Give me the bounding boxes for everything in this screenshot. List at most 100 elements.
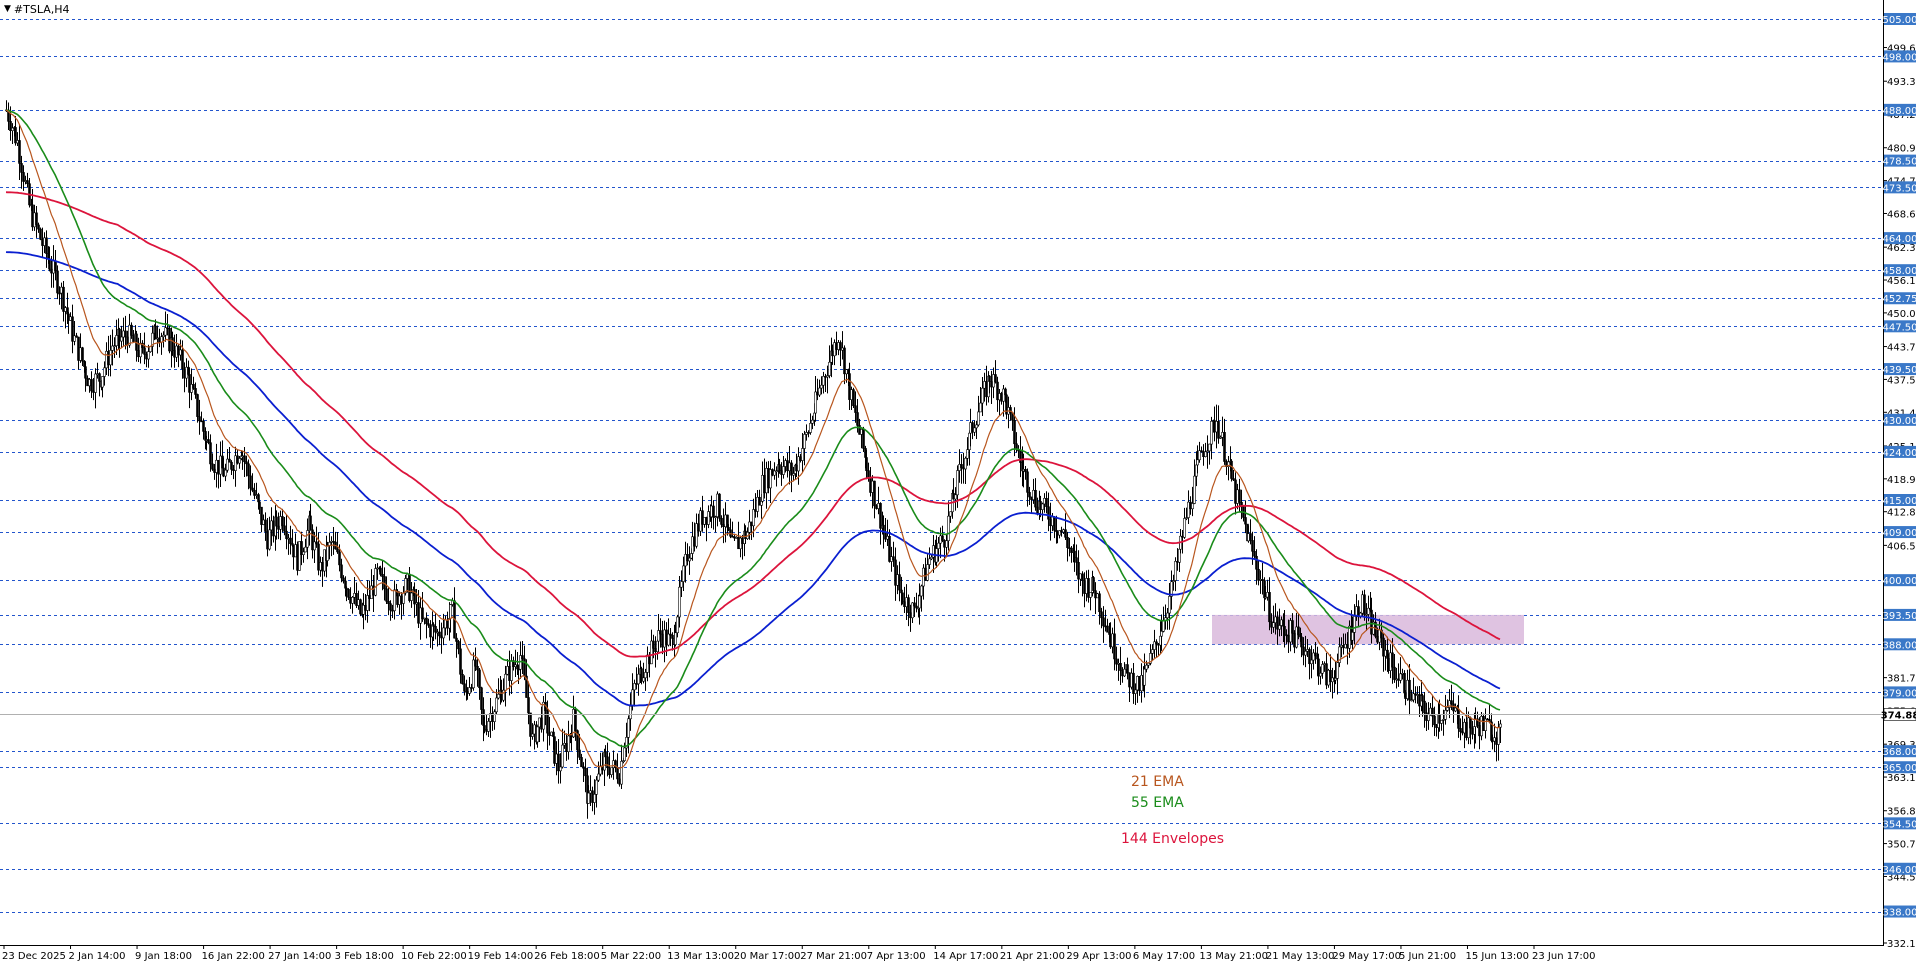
candle-body bbox=[379, 567, 382, 575]
symbol-title[interactable]: ▼ #TSLA,H4 bbox=[4, 2, 70, 16]
candle-body bbox=[1272, 622, 1275, 628]
candle-body bbox=[198, 416, 201, 422]
candle-body bbox=[39, 228, 42, 240]
candle-body bbox=[1414, 693, 1417, 696]
candle-body bbox=[1111, 633, 1114, 648]
candle-body bbox=[92, 390, 95, 393]
candle-body bbox=[1306, 649, 1309, 652]
candle-body bbox=[947, 515, 950, 542]
candle-body bbox=[483, 725, 486, 730]
candle-body bbox=[1412, 693, 1415, 701]
candle-body bbox=[1499, 723, 1502, 728]
candle-body bbox=[205, 439, 208, 441]
candle-body bbox=[1495, 737, 1498, 745]
time-tick-label: 20 Mar 17:00 bbox=[734, 951, 801, 962]
candle-body bbox=[729, 529, 732, 537]
candle-body bbox=[107, 350, 110, 366]
candle-body bbox=[222, 467, 225, 477]
candle-body bbox=[487, 721, 490, 732]
candle-body bbox=[1221, 432, 1224, 438]
candle-body bbox=[644, 672, 647, 679]
candle-body bbox=[359, 599, 362, 615]
candle-body bbox=[86, 377, 89, 387]
candle-body bbox=[782, 466, 785, 475]
candle-body bbox=[1450, 700, 1453, 705]
candle-body bbox=[1497, 726, 1500, 745]
candle-body bbox=[166, 327, 169, 329]
candle-body bbox=[425, 617, 428, 624]
level-badge-label: 424.00 bbox=[1883, 448, 1916, 459]
candle-body bbox=[389, 603, 392, 611]
candle-body bbox=[1213, 420, 1216, 433]
candle-body bbox=[1045, 497, 1048, 508]
level-badge-label: 388.00 bbox=[1883, 640, 1916, 651]
candle-body bbox=[459, 648, 462, 675]
price-chart[interactable]: 505.00499.66493.36487.21480.91474.76468.… bbox=[0, 0, 1916, 963]
candle-body bbox=[1378, 629, 1381, 643]
candle-body bbox=[1075, 557, 1078, 563]
candle-body bbox=[856, 412, 859, 426]
candle-body bbox=[1391, 652, 1394, 668]
price-tick-label: 356.86 bbox=[1887, 807, 1916, 818]
candle-body bbox=[188, 374, 191, 393]
candle-body bbox=[410, 592, 413, 601]
candle-body bbox=[629, 705, 632, 720]
candle-body bbox=[1480, 716, 1483, 737]
candle-body bbox=[309, 515, 312, 531]
level-badge-label: 393.50 bbox=[1883, 611, 1916, 622]
candle-body bbox=[1168, 596, 1171, 614]
candle-body bbox=[752, 509, 755, 527]
candle-body bbox=[1066, 537, 1069, 548]
candle-body bbox=[26, 180, 29, 184]
candle-body bbox=[200, 420, 203, 423]
candle-body bbox=[1130, 672, 1133, 688]
candle-body bbox=[801, 448, 804, 461]
dropdown-triangle-icon[interactable]: ▼ bbox=[4, 4, 11, 14]
candle-body bbox=[103, 367, 106, 377]
candle-body bbox=[457, 641, 460, 650]
candle-body bbox=[1030, 496, 1033, 500]
legend-envelopes: 144 Envelopes bbox=[1121, 831, 1224, 847]
candle-body bbox=[461, 673, 464, 685]
candle-body bbox=[315, 541, 318, 545]
candle-body bbox=[1119, 662, 1122, 671]
candle-body bbox=[1181, 535, 1184, 538]
candle-body bbox=[232, 469, 235, 471]
candle-body bbox=[1344, 644, 1347, 649]
candle-body bbox=[1244, 517, 1247, 525]
candle-body bbox=[98, 373, 101, 382]
candle-body bbox=[1469, 717, 1472, 729]
candle-body bbox=[1238, 489, 1241, 503]
candle-body bbox=[1032, 489, 1035, 500]
candle-body bbox=[1189, 501, 1192, 510]
candle-body bbox=[1423, 700, 1426, 714]
candle-body bbox=[181, 349, 184, 370]
candle-body bbox=[88, 379, 91, 387]
candle-body bbox=[1361, 594, 1364, 614]
candle-body bbox=[552, 731, 555, 737]
candle-body bbox=[678, 586, 681, 618]
candle-body bbox=[48, 259, 51, 270]
time-tick-label: 7 Apr 13:00 bbox=[867, 951, 926, 962]
candle-body bbox=[892, 556, 895, 561]
candle-body bbox=[941, 535, 944, 541]
candle-body bbox=[1176, 561, 1179, 563]
candle-body bbox=[1491, 740, 1494, 742]
candle-body bbox=[584, 767, 587, 777]
candle-body bbox=[1257, 568, 1260, 581]
candle-body bbox=[559, 766, 562, 772]
candle-body bbox=[1096, 593, 1099, 599]
candle-body bbox=[347, 589, 350, 598]
candle-body bbox=[720, 517, 723, 525]
candle-body bbox=[207, 439, 210, 443]
candle-body bbox=[504, 673, 507, 691]
candle-body bbox=[1077, 562, 1080, 580]
candle-body bbox=[1058, 530, 1061, 536]
candle-body bbox=[304, 546, 307, 553]
candle-body bbox=[1134, 689, 1137, 694]
candle-body bbox=[147, 351, 150, 360]
candle-body bbox=[120, 336, 123, 342]
candle-body bbox=[96, 373, 99, 375]
candle-body bbox=[79, 347, 82, 361]
candle-body bbox=[1397, 678, 1400, 681]
